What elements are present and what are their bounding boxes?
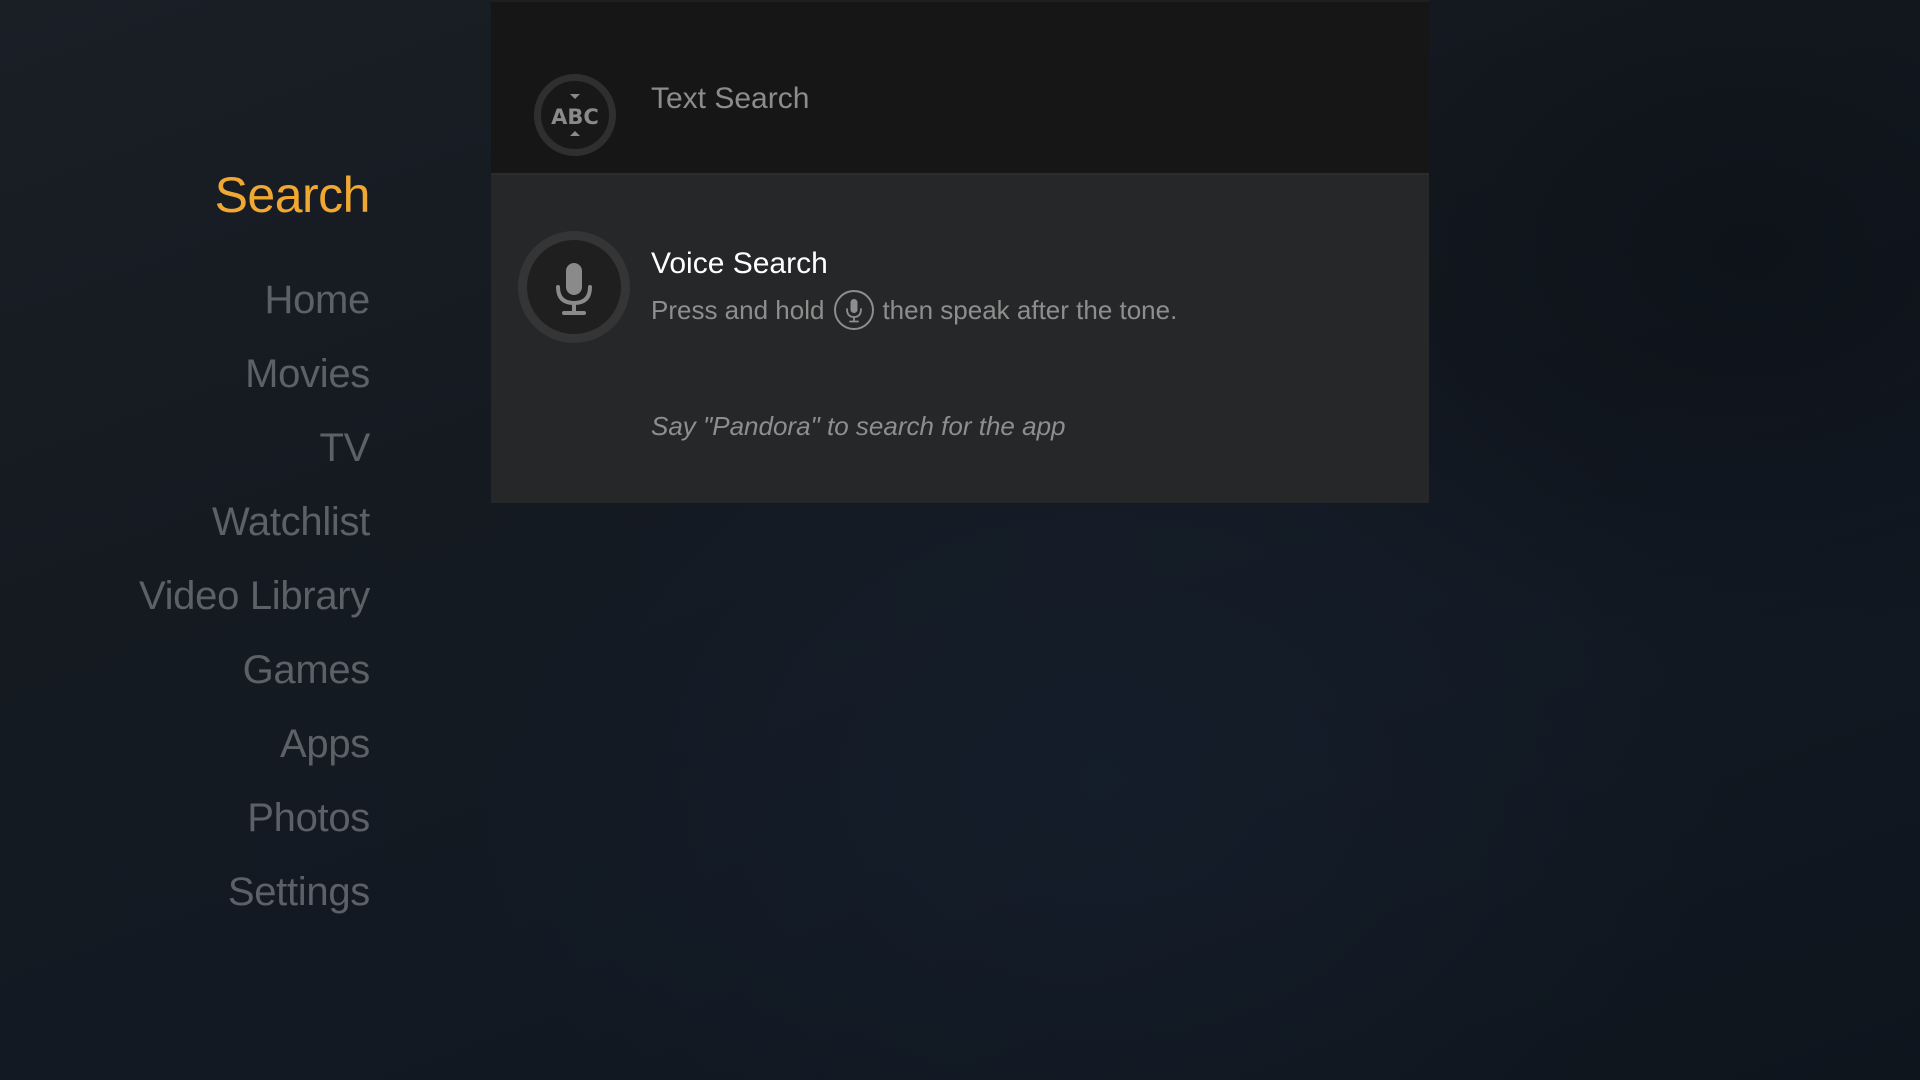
voice-search-instructions: Press and hold then speak after the tone… [651, 288, 1177, 332]
microphone-button-icon [834, 290, 875, 330]
nav-item-apps[interactable]: Apps [280, 722, 370, 767]
voice-search-tip: Say "Pandora" to search for the app [651, 411, 1066, 441]
voice-hint-after: then speak after the tone. [882, 294, 1178, 325]
text-search-label: Text Search [651, 82, 810, 115]
search-options-panel: ABC Text Search Voice Search Press and h… [491, 0, 1429, 503]
abc-keyboard-icon: ABC [534, 74, 616, 156]
nav-item-search[interactable]: Search [215, 166, 371, 224]
voice-hint-before: Press and hold [651, 294, 825, 325]
nav-item-watchlist[interactable]: Watchlist [212, 500, 370, 545]
microphone-icon [518, 231, 630, 343]
svg-text:ABC: ABC [551, 105, 599, 129]
main-nav: Search Home Movies TV Watchlist Video Li… [0, 0, 371, 1080]
nav-item-settings[interactable]: Settings [228, 870, 370, 915]
text-search-option[interactable]: ABC Text Search [491, 0, 1429, 175]
nav-item-home[interactable]: Home [265, 278, 371, 323]
nav-item-tv[interactable]: TV [319, 426, 370, 471]
nav-item-video-library[interactable]: Video Library [139, 574, 370, 619]
nav-item-photos[interactable]: Photos [247, 796, 370, 841]
voice-search-label: Voice Search [651, 247, 828, 280]
nav-item-movies[interactable]: Movies [245, 352, 370, 397]
voice-search-option[interactable]: Voice Search Press and hold then speak a… [491, 175, 1429, 503]
nav-item-games[interactable]: Games [243, 648, 371, 693]
